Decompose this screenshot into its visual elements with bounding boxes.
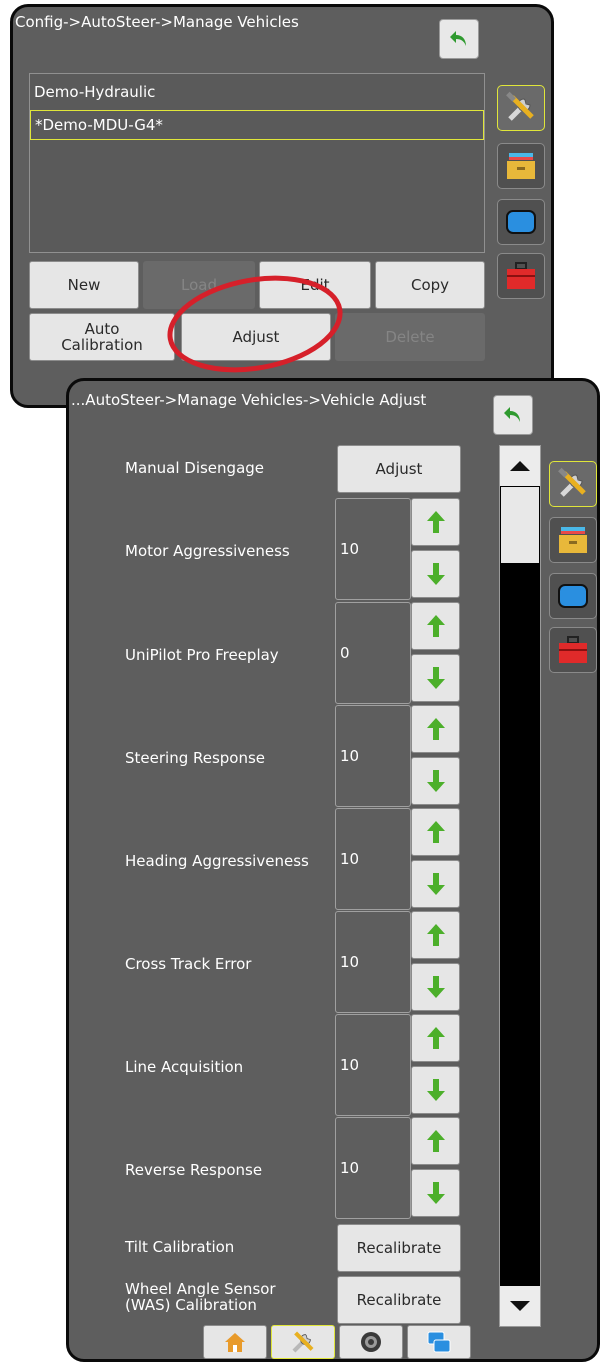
caret-down-icon: [510, 1301, 530, 1311]
back-arrow-icon: [450, 31, 466, 46]
down-arrow-icon: [426, 1079, 445, 1101]
setting-value[interactable]: 10: [335, 808, 411, 910]
increase-button[interactable]: [411, 1014, 460, 1062]
increase-button[interactable]: [411, 705, 460, 753]
vehicle-list: Demo-Hydraulic *Demo-MDU-G4*: [29, 73, 485, 253]
back-arrow-icon: [504, 407, 520, 422]
setting-value[interactable]: 10: [335, 705, 411, 807]
tab-screen[interactable]: [549, 573, 597, 619]
tab-console[interactable]: [497, 143, 545, 189]
list-item[interactable]: Demo-Hydraulic: [30, 78, 484, 108]
setting-value[interactable]: 10: [335, 1014, 411, 1116]
caret-up-icon: [510, 461, 530, 471]
tab-toolbox[interactable]: [549, 627, 597, 673]
manual-disengage-adjust-button[interactable]: Adjust: [337, 445, 461, 493]
auto-calibration-button[interactable]: Auto Calibration: [29, 313, 175, 361]
setting-value[interactable]: 10: [335, 1117, 411, 1219]
setting-label: Line Acquisition: [125, 1058, 244, 1076]
screen-icon: [506, 210, 536, 234]
down-arrow-icon: [426, 667, 445, 689]
up-arrow-icon: [426, 615, 445, 637]
setting-value[interactable]: 10: [335, 498, 411, 600]
windows-icon: [427, 1331, 451, 1353]
delete-button[interactable]: Delete: [335, 313, 485, 361]
setting-label: Motor Aggressiveness: [125, 542, 290, 560]
down-arrow-icon: [426, 770, 445, 792]
setting-label: Heading Aggressiveness: [125, 852, 309, 870]
decrease-button[interactable]: [411, 550, 460, 598]
toolbox-icon: [507, 262, 535, 289]
was-recalibrate-button[interactable]: Recalibrate: [337, 1276, 461, 1324]
screen-icon: [558, 584, 588, 608]
tools-icon: [506, 91, 534, 121]
manual-disengage-label: Manual Disengage: [125, 459, 265, 477]
setting-value[interactable]: 10: [335, 911, 411, 1013]
setting-label: Steering Response: [125, 749, 266, 767]
was-calibration-label: Wheel Angle Sensor (WAS) Calibration: [125, 1280, 276, 1314]
tab-home[interactable]: [203, 1325, 267, 1359]
decrease-button[interactable]: [411, 860, 460, 908]
breadcrumb: ...AutoSteer->Manage Vehicles->Vehicle A…: [71, 391, 427, 409]
setting-label: Cross Track Error: [125, 955, 252, 973]
increase-button[interactable]: [411, 808, 460, 856]
breadcrumb: Config->AutoSteer->Manage Vehicles: [15, 13, 299, 31]
setting-label: UniPilot Pro Freeplay: [125, 646, 279, 664]
scroll-up-button[interactable]: [500, 446, 540, 486]
tools-icon: [292, 1331, 314, 1353]
decrease-button[interactable]: [411, 1066, 460, 1114]
vehicle-adjust-panel: ...AutoSteer->Manage Vehicles->Vehicle A…: [66, 378, 600, 1362]
setting-label: Reverse Response: [125, 1161, 263, 1179]
down-arrow-icon: [426, 563, 445, 585]
tab-console[interactable]: [549, 517, 597, 563]
increase-button[interactable]: [411, 911, 460, 959]
down-arrow-icon: [426, 976, 445, 998]
increase-button[interactable]: [411, 498, 460, 546]
console-icon: [507, 153, 535, 179]
up-arrow-icon: [426, 821, 445, 843]
list-item-selected[interactable]: *Demo-MDU-G4*: [30, 110, 484, 140]
up-arrow-icon: [426, 1130, 445, 1152]
tools-icon: [558, 467, 586, 497]
scroll-down-button[interactable]: [500, 1286, 540, 1326]
up-arrow-icon: [426, 511, 445, 533]
up-arrow-icon: [426, 718, 445, 740]
toolbox-icon: [559, 636, 587, 663]
tab-tools[interactable]: [497, 85, 545, 131]
tab-gauge[interactable]: [339, 1325, 403, 1359]
decrease-button[interactable]: [411, 963, 460, 1011]
tab-toolbox[interactable]: [497, 253, 545, 299]
tab-tools[interactable]: [549, 461, 597, 507]
scrollbar[interactable]: [499, 445, 541, 1327]
increase-button[interactable]: [411, 1117, 460, 1165]
home-icon: [225, 1333, 245, 1352]
scroll-thumb[interactable]: [501, 487, 539, 563]
tab-tools-bottom[interactable]: [271, 1325, 335, 1359]
increase-button[interactable]: [411, 602, 460, 650]
copy-button[interactable]: Copy: [375, 261, 485, 309]
tilt-calibration-label: Tilt Calibration: [125, 1238, 235, 1256]
annotation-ellipse: [167, 275, 343, 373]
tab-screen[interactable]: [497, 199, 545, 245]
tab-windows[interactable]: [407, 1325, 471, 1359]
decrease-button[interactable]: [411, 1169, 460, 1217]
decrease-button[interactable]: [411, 654, 460, 702]
setting-value[interactable]: 0: [335, 602, 411, 704]
new-button[interactable]: New: [29, 261, 139, 309]
decrease-button[interactable]: [411, 757, 460, 805]
gauge-icon: [361, 1332, 381, 1352]
back-button[interactable]: [439, 19, 479, 59]
up-arrow-icon: [426, 1027, 445, 1049]
down-arrow-icon: [426, 1182, 445, 1204]
back-button[interactable]: [493, 395, 533, 435]
up-arrow-icon: [426, 924, 445, 946]
tilt-recalibrate-button[interactable]: Recalibrate: [337, 1224, 461, 1272]
down-arrow-icon: [426, 873, 445, 895]
console-icon: [559, 527, 587, 553]
